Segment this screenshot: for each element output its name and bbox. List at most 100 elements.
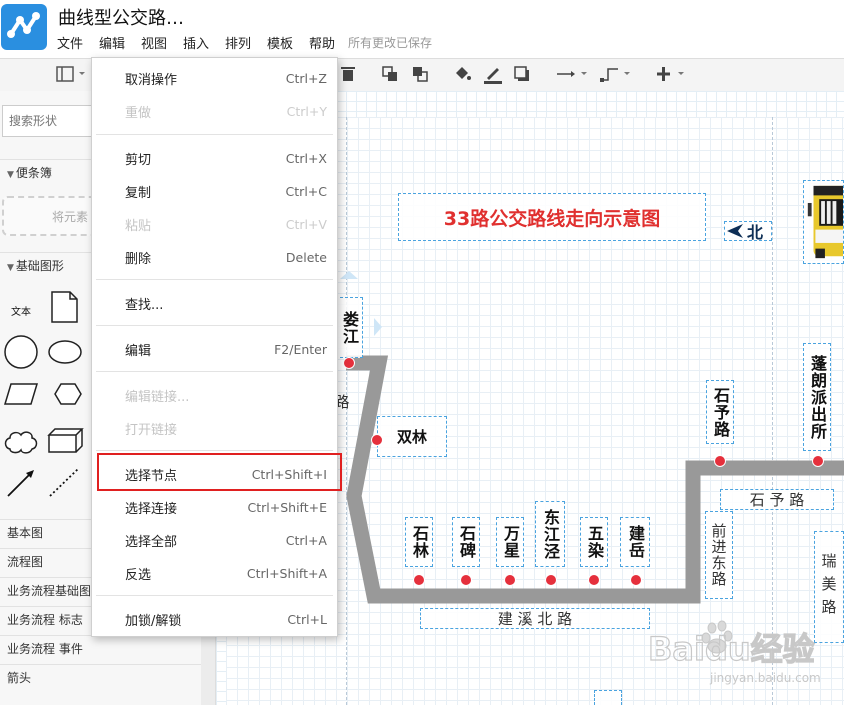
shape-dashed-line [49, 468, 79, 497]
stop-label-dongjiangjing[interactable]: 东江泾 [535, 501, 565, 567]
menu-item-shortcut: Ctrl+L [287, 611, 327, 627]
menu-view[interactable]: 视图 [141, 33, 167, 52]
menu-item-invert-selection[interactable]: 反选 Ctrl+Shift+A [92, 557, 337, 589]
stop-dot[interactable] [714, 455, 726, 467]
app-logo[interactable] [1, 4, 47, 50]
stop-label-shibei[interactable]: 石碑 [452, 517, 480, 567]
category-arrow[interactable]: 箭头 [0, 664, 201, 690]
stop-label-wuran[interactable]: 五染 [580, 517, 608, 567]
stop-label-shiyulu[interactable]: 石予路 [706, 380, 734, 444]
shape-parallelogram [3, 383, 39, 405]
menu-item-cut[interactable]: 剪切 Ctrl+X [92, 142, 337, 174]
menu-item-label: 打开链接 [125, 422, 178, 438]
shape-ellipse [48, 340, 82, 364]
watermark-text: Baidu经验 [648, 630, 815, 668]
context-menu: 取消操作 Ctrl+Z 重做 Ctrl+Y 剪切 Ctrl+X 复制 Ctrl+C 粘贴… [91, 57, 338, 637]
watermark-subtext: jingyan.baidu.com [709, 671, 821, 685]
panel-toggle-icon[interactable] [54, 64, 88, 84]
menu-item-label: 删除 [125, 251, 152, 267]
category-bpmn-event-label: 业务流程 事件 [7, 642, 83, 656]
diagram-title[interactable]: 33路公交路线走向示意图 [398, 193, 706, 241]
menu-item-label: 选择全部 [125, 534, 178, 550]
menu-arrange[interactable]: 排列 [225, 33, 251, 52]
menu-item-redo[interactable]: 重做 Ctrl+Y [92, 95, 337, 127]
stop-label-penglang[interactable]: 蓬朗派出所 [803, 343, 831, 451]
stop-dot[interactable] [343, 357, 355, 369]
menu-item-lock-unlock[interactable]: 加锁/解锁 Ctrl+L [92, 603, 337, 635]
connection-arrow-up [340, 271, 358, 279]
menu-item-edit[interactable]: 编辑 F2/Enter [92, 333, 337, 365]
menu-item-shortcut: Ctrl+C [285, 183, 327, 199]
stop-dot[interactable] [588, 574, 600, 586]
fill-color-icon[interactable] [452, 64, 472, 84]
north-indicator[interactable]: 北 [724, 221, 772, 242]
shape-arrow [7, 471, 33, 497]
stop-label-loujiang[interactable]: 娄江 [335, 297, 363, 358]
road-label-shiyulu[interactable]: 石 予 路 [720, 489, 834, 510]
stop-dot[interactable] [504, 574, 516, 586]
diagram-title-text: 33路公交路线走向示意图 [443, 207, 661, 230]
menu-item-label: 粘贴 [125, 218, 152, 234]
menu-edit[interactable]: 编辑 [99, 33, 125, 52]
stop-label-shuanglin[interactable]: 双林 [377, 416, 447, 457]
menu-separator [96, 279, 333, 280]
to-back-icon[interactable] [410, 64, 430, 84]
menu-item-delete[interactable]: 删除 Delete [92, 241, 337, 273]
shape-palette [3, 291, 84, 497]
stop-dot[interactable] [460, 574, 472, 586]
menu-item-label: 复制 [125, 185, 152, 201]
menu-item-label: 剪切 [125, 152, 152, 168]
stop-label-wanxing[interactable]: 万星 [496, 517, 524, 567]
menu-item-undo[interactable]: 取消操作 Ctrl+Z [92, 62, 337, 94]
category-bpmn-marker-label: 业务流程 标志 [7, 613, 83, 627]
connector-style-icon[interactable] [556, 64, 590, 84]
menu-item-find[interactable]: 查找... [92, 287, 337, 319]
document-title[interactable]: 曲线型公交路… [58, 4, 184, 30]
stop-dot[interactable] [812, 455, 824, 467]
notes-drop-hint: 将元素 [52, 210, 89, 224]
line-color-icon[interactable] [482, 64, 504, 84]
stop-dot[interactable] [630, 574, 642, 586]
stop-name: 石碑 [457, 525, 476, 559]
label-partial[interactable] [594, 690, 622, 705]
road-name: 建 溪 北 路 [497, 610, 573, 628]
menu-insert[interactable]: 插入 [183, 33, 209, 52]
to-front-icon[interactable] [380, 64, 400, 84]
waypoint-style-icon[interactable] [600, 64, 634, 84]
insert-icon[interactable] [656, 64, 690, 84]
menu-separator [96, 371, 333, 372]
bus-image[interactable] [803, 180, 844, 264]
road-name: 前进东路 [709, 523, 728, 587]
category-bpmn-event[interactable]: 业务流程 事件 [0, 635, 201, 661]
road-label-jianxibeilu[interactable]: 建 溪 北 路 [420, 608, 650, 629]
road-label-qianjindonglu[interactable]: 前进东路 [705, 511, 733, 599]
baidu-logo-icon: Baidu经验 jingyan.baidu.com [647, 620, 821, 685]
stop-dot[interactable] [413, 574, 425, 586]
menu-item-paste[interactable]: 粘贴 Ctrl+V [92, 208, 337, 240]
shape-hexagon [54, 383, 82, 405]
menu-separator [96, 450, 333, 451]
menu-file[interactable]: 文件 [57, 33, 83, 52]
stop-dot[interactable] [371, 434, 383, 446]
save-status: 所有更改已保存 [348, 36, 433, 50]
category-bpmn-basic-label: 业务流程基础图 [7, 584, 92, 598]
stop-name: 东江泾 [541, 508, 560, 560]
menu-item-label: 编辑链接... [125, 389, 190, 405]
menu-item-copy[interactable]: 复制 Ctrl+C [92, 175, 337, 207]
menu-item-open-link[interactable]: 打开链接 [92, 412, 337, 444]
shadow-icon[interactable] [512, 64, 532, 84]
stop-label-shilin[interactable]: 石林 [405, 517, 433, 567]
menu-help[interactable]: 帮助 [309, 33, 335, 52]
menu-item-edit-link[interactable]: 编辑链接... [92, 379, 337, 411]
menu-item-select-edges[interactable]: 选择连接 Ctrl+Shift+E [92, 491, 337, 523]
road-name: 瑞美路 [819, 552, 838, 622]
menu-item-select-all[interactable]: 选择全部 Ctrl+A [92, 524, 337, 556]
menu-item-shortcut: F2/Enter [274, 341, 327, 357]
menu-item-shortcut: Ctrl+Shift+E [247, 499, 328, 515]
menu-item-label: 加锁/解锁 [125, 613, 182, 629]
stop-label-jianyue[interactable]: 建岳 [620, 517, 650, 567]
delete-icon[interactable] [338, 64, 358, 84]
bus-icon [807, 185, 843, 259]
stop-dot[interactable] [545, 574, 557, 586]
menu-template[interactable]: 模板 [267, 33, 293, 52]
